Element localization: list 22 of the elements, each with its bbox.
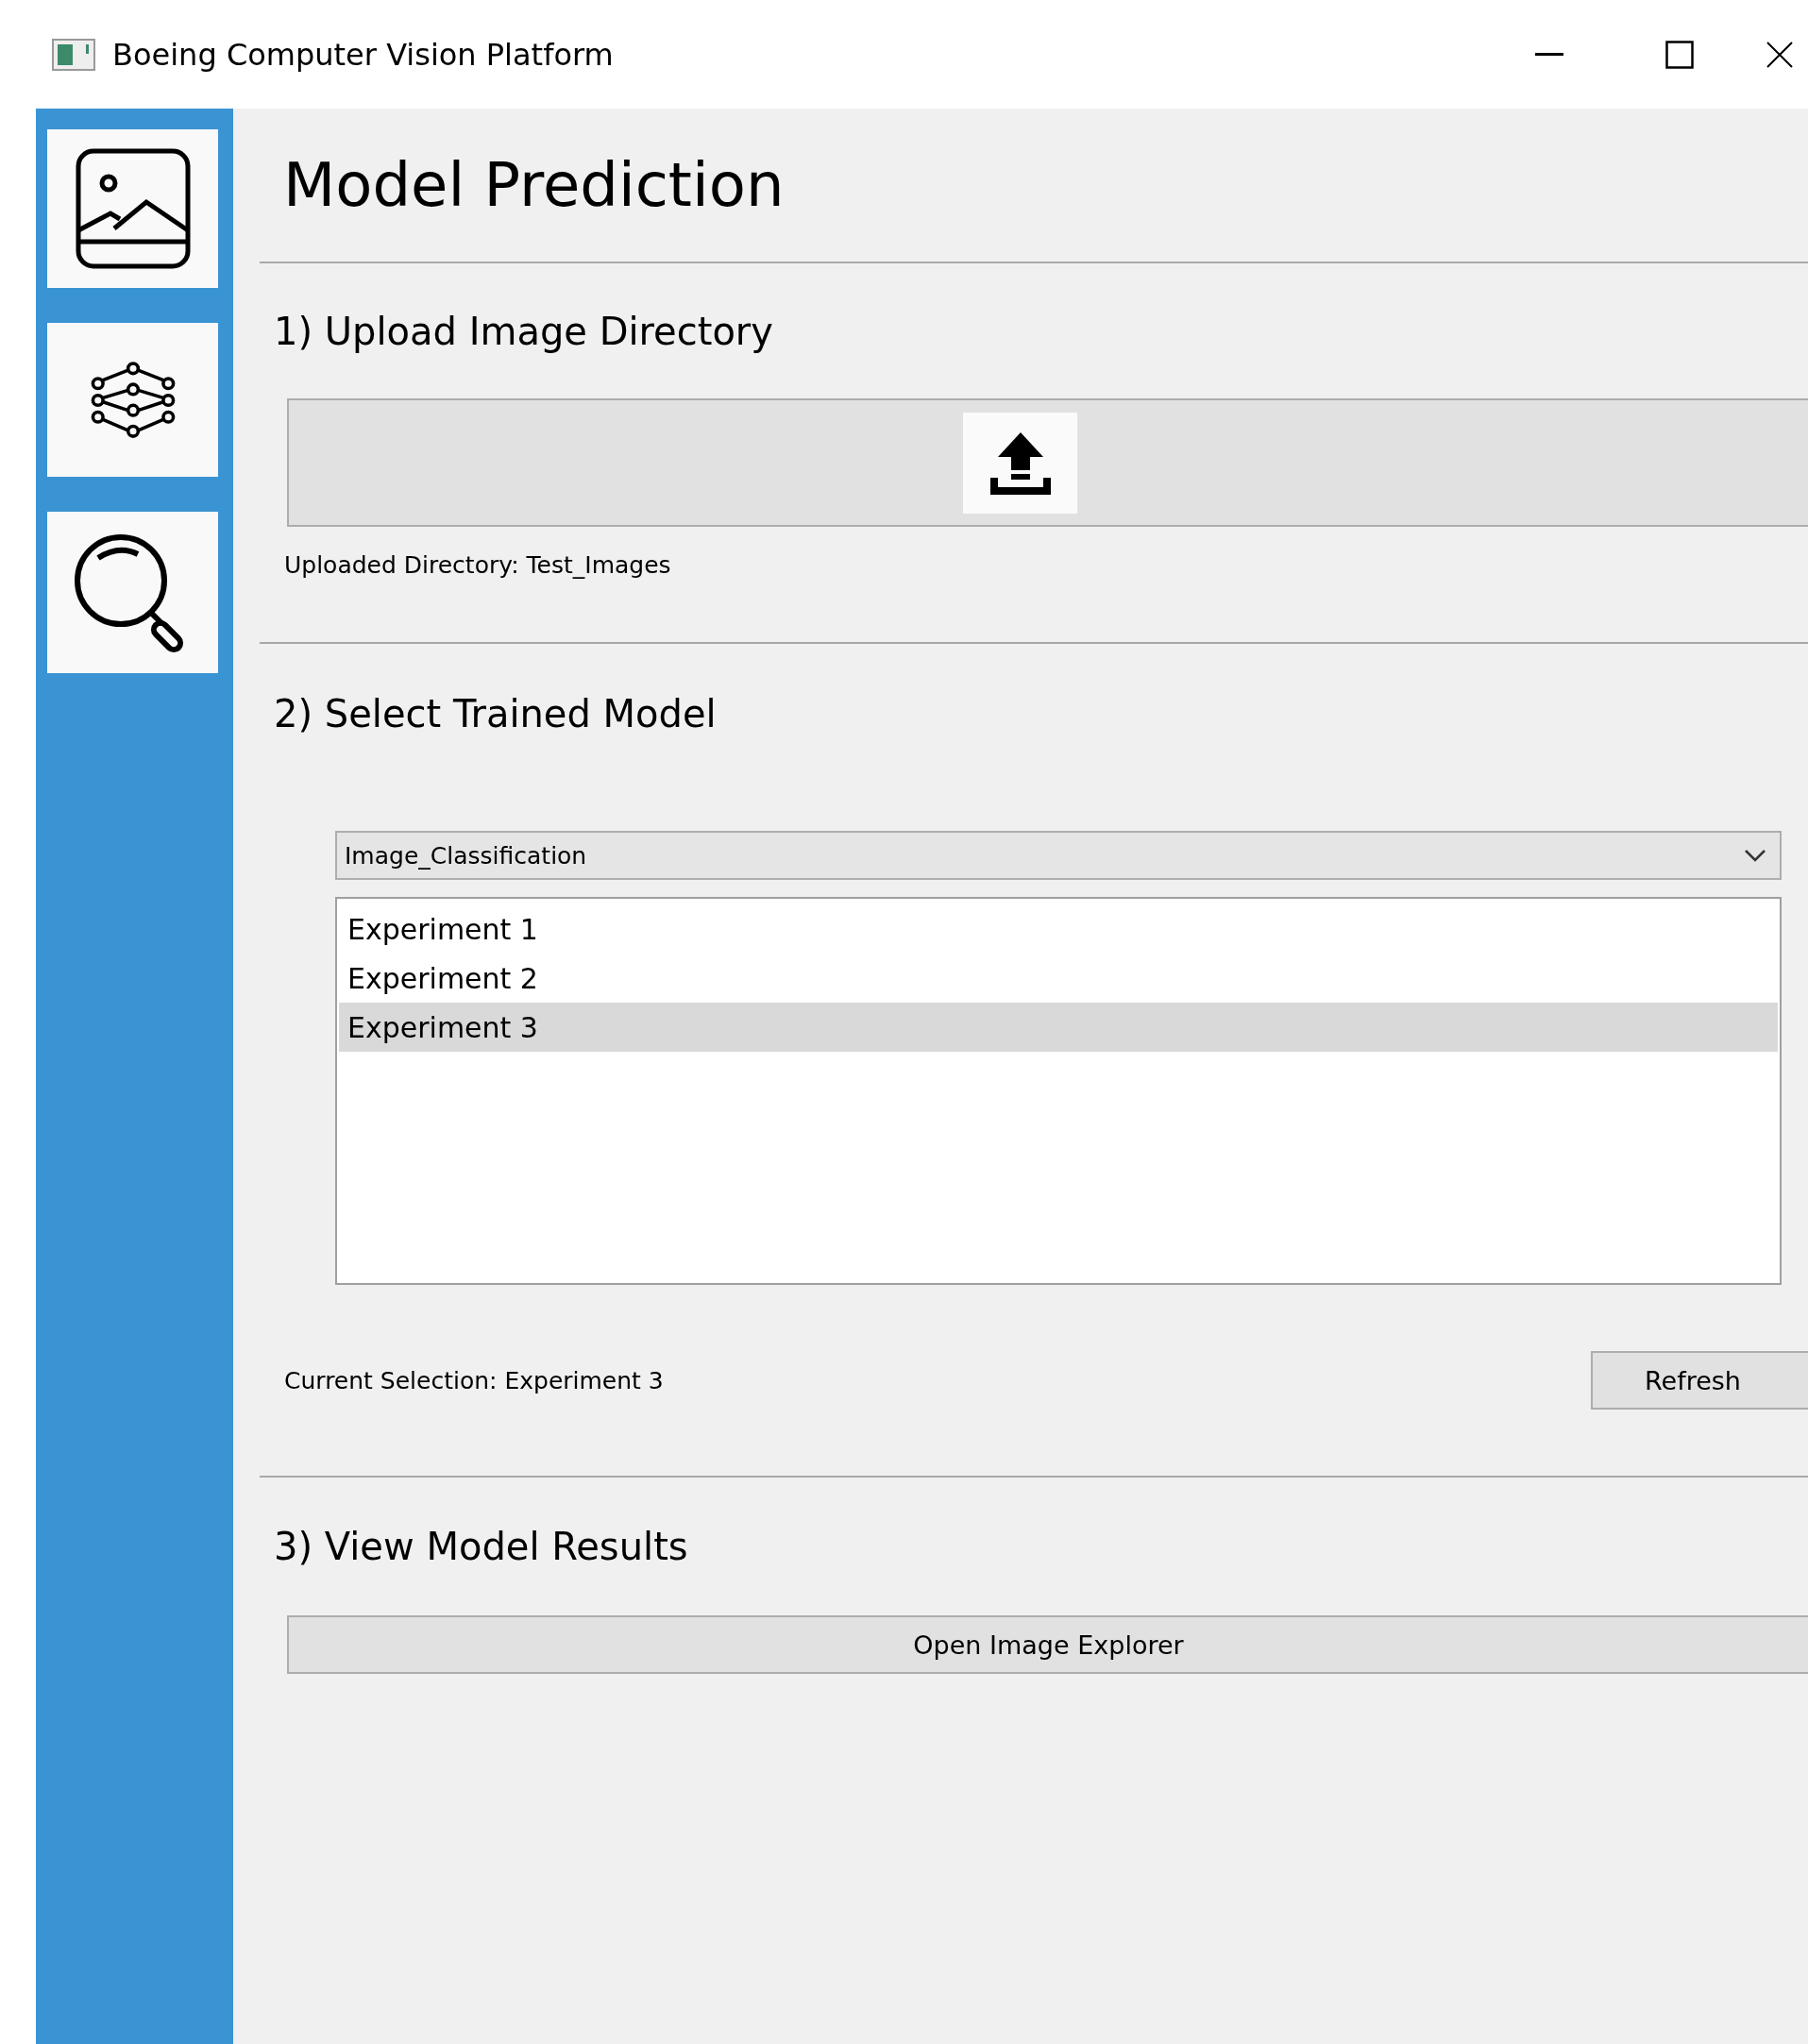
model-dropdown[interactable]: Image_Classification [335, 831, 1782, 880]
refresh-button[interactable]: Refresh [1591, 1351, 1808, 1410]
app-icon [52, 38, 95, 71]
section-title: 1) Upload Image Directory [273, 308, 774, 355]
status-text: Uploaded Directory: Test_Images [283, 550, 671, 579]
image-nav-button[interactable] [47, 129, 218, 288]
minimize-icon [1535, 52, 1563, 57]
list-item[interactable]: Experiment 1 [339, 904, 1778, 954]
chevron-down-icon [1744, 849, 1766, 862]
model-nav-button[interactable] [47, 323, 218, 477]
section-title: 2) Select Trained Model [273, 691, 718, 737]
list-item[interactable]: Experiment 3 [339, 1003, 1778, 1052]
close-icon [1766, 40, 1794, 69]
open-image-explorer-button[interactable]: Open Image Explorer [287, 1615, 1808, 1674]
status-text: Current Selection: Experiment 3 [283, 1366, 664, 1394]
window-title: Boeing Computer Vision Platform [112, 36, 614, 73]
section-title: 3) View Model Results [273, 1524, 689, 1570]
image-icon [74, 147, 192, 270]
list-item[interactable]: Experiment 2 [339, 954, 1778, 1003]
page-heading: Model Prediction [282, 149, 786, 222]
maximize-icon [1665, 40, 1694, 69]
search-nav-button[interactable] [47, 512, 218, 673]
